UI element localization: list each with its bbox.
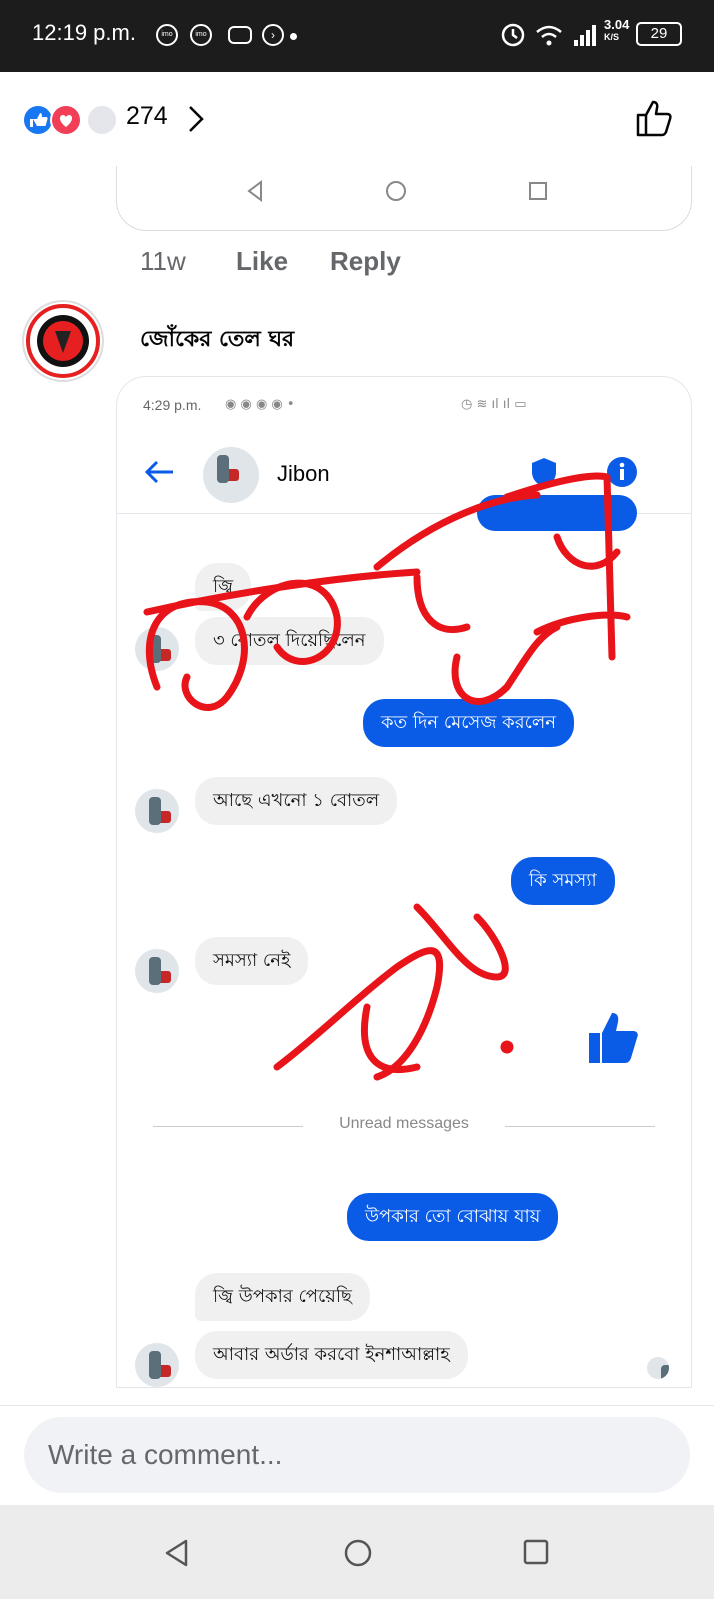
status-bar: 12:19 p.m. imo imo › 3.04 K/S 29 xyxy=(0,0,714,72)
alarm-icon xyxy=(501,23,525,47)
status-time: 12:19 p.m. xyxy=(32,20,136,45)
recents-icon[interactable] xyxy=(523,1539,549,1565)
battery-indicator: 29 xyxy=(636,22,682,46)
media-icon: › xyxy=(262,24,284,46)
commenter-avatar[interactable] xyxy=(24,302,102,380)
love-reaction-icon xyxy=(50,104,82,136)
reaction-count[interactable]: 274 xyxy=(126,102,168,131)
back-nav-icon xyxy=(247,180,262,202)
care-reaction-icon xyxy=(86,104,118,136)
like-link[interactable]: Like xyxy=(236,246,288,277)
like-button-icon[interactable] xyxy=(634,98,676,140)
recents-nav-icon xyxy=(529,182,547,200)
comment-age: 11w xyxy=(140,246,186,276)
comment-image[interactable]: 4:29 p.m. ◉ ◉ ◉ ◉ • ◷ ≋ ıl ıl ▭ Jibon জ্… xyxy=(116,376,692,1388)
imo-icon: imo xyxy=(190,24,212,46)
back-icon[interactable] xyxy=(162,1538,190,1568)
system-nav-bar xyxy=(0,1505,714,1599)
signal-icon xyxy=(574,25,596,46)
previous-comment-image[interactable] xyxy=(116,166,692,231)
reply-link[interactable]: Reply xyxy=(330,246,401,277)
handwritten-watermark xyxy=(143,472,631,1081)
game-controller-icon xyxy=(228,26,252,44)
wifi-icon xyxy=(536,25,562,46)
imo-icon: imo xyxy=(156,24,178,46)
network-speed: 3.04 K/S xyxy=(604,17,630,42)
comment-input[interactable]: Write a comment... xyxy=(24,1417,690,1493)
home-nav-icon xyxy=(386,181,406,201)
dot-icon xyxy=(290,33,297,40)
home-icon[interactable] xyxy=(343,1538,373,1568)
commenter-name[interactable]: জোঁকের তেল ঘর xyxy=(140,322,294,359)
chevron-right-icon[interactable] xyxy=(186,104,206,134)
